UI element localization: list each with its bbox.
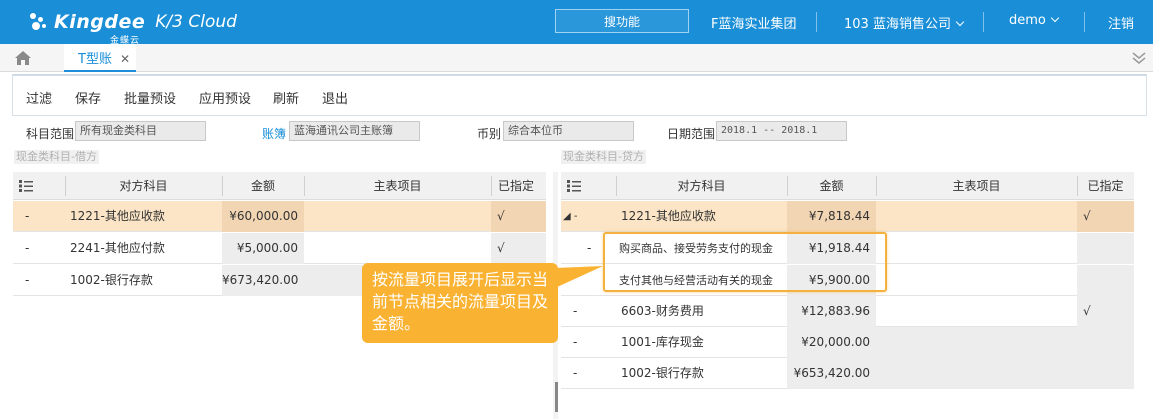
row-amount: ¥60,000.00 xyxy=(222,201,304,232)
row-expander[interactable]: - xyxy=(25,265,45,296)
currency-label: 币别 xyxy=(477,127,502,141)
tab-bar: T型账 ✕ xyxy=(0,44,1153,72)
credit-grid-header: 对方科目 金额 主表项目 已指定 xyxy=(561,172,1134,200)
save-button[interactable]: 保存 xyxy=(75,88,101,107)
row-assigned xyxy=(1077,233,1134,264)
home-icon[interactable] xyxy=(14,50,32,66)
row-assigned: √ xyxy=(491,233,546,264)
row-assigned: √ xyxy=(491,201,546,232)
row-subject: 6603-财务费用 xyxy=(621,304,704,318)
row-main-item[interactable] xyxy=(876,327,1077,358)
ledger-field[interactable]: 蓝海通讯公司主账簿 xyxy=(289,121,420,141)
table-row[interactable]: - 2241-其他应付款 ¥5,000.00 √ xyxy=(13,233,546,264)
col-amount[interactable]: 金额 xyxy=(222,172,304,200)
apply-preset-button[interactable]: 应用预设 xyxy=(199,88,251,107)
col-main-item[interactable]: 主表项目 xyxy=(304,172,491,200)
row-main-item[interactable] xyxy=(876,201,1077,232)
row-main-item[interactable] xyxy=(876,296,1077,327)
logo-product: K/3 Cloud xyxy=(155,12,237,32)
filter-button[interactable]: 过滤 xyxy=(26,88,52,107)
tip-callout-text: 按流量项目展开后显示当前节点相关的流量项目及金额。 xyxy=(372,270,549,333)
row-expander[interactable]: - xyxy=(25,201,45,232)
user-name: demo xyxy=(1009,13,1046,28)
row-subject: 1221-其他应收款 xyxy=(70,209,165,223)
row-expander[interactable]: ◢ - xyxy=(563,201,593,232)
row-expander[interactable]: - xyxy=(573,327,593,358)
batch-preset-button[interactable]: 批量预设 xyxy=(124,88,176,107)
row-subject: 1221-其他应收款 xyxy=(621,209,716,223)
double-chevron-down-icon[interactable] xyxy=(1131,50,1147,66)
table-row[interactable]: - 1002-银行存款 ¥653,420.00 xyxy=(561,358,1134,389)
column-menu-icon[interactable] xyxy=(19,180,33,192)
col-assigned[interactable]: 已指定 xyxy=(491,172,541,200)
table-row[interactable]: - 6603-财务费用 ¥12,883.96 √ xyxy=(561,296,1134,327)
currency-field[interactable]: 综合本位币 xyxy=(503,121,634,141)
row-amount: ¥20,000.00 xyxy=(787,327,876,358)
row-main-item[interactable] xyxy=(304,201,491,232)
org-group[interactable]: F蓝海实业集团 xyxy=(711,13,796,32)
row-subject: 1002-银行存款 xyxy=(70,273,153,287)
row-amount: ¥673,420.00 xyxy=(222,265,304,296)
logo-mark-icon xyxy=(28,11,50,33)
chevron-down-icon xyxy=(1050,13,1060,23)
exit-button[interactable]: 退出 xyxy=(322,88,348,107)
table-row[interactable]: - 1001-库存现金 ¥20,000.00 xyxy=(561,327,1134,358)
row-main-item[interactable] xyxy=(876,265,1077,296)
company-selector[interactable]: 103 蓝海销售公司 xyxy=(844,13,965,32)
row-main-item[interactable] xyxy=(876,233,1077,264)
row-main-item[interactable] xyxy=(304,233,491,264)
row-subject: 2241-其他应付款 xyxy=(70,241,165,255)
company-name: 103 蓝海销售公司 xyxy=(844,17,951,32)
row-amount: ¥653,420.00 xyxy=(787,358,876,389)
col-main-item[interactable]: 主表项目 xyxy=(876,172,1077,200)
row-amount: ¥5,000.00 xyxy=(222,233,304,264)
col-assigned[interactable]: 已指定 xyxy=(1077,172,1134,200)
logo: Kingdee 金蝶云 K/3 Cloud xyxy=(28,4,237,46)
row-assigned: √ xyxy=(1077,296,1134,327)
user-menu[interactable]: demo xyxy=(1009,13,1060,28)
row-expander[interactable]: - xyxy=(573,358,593,389)
subject-range-label: 科目范围 xyxy=(26,127,75,141)
credit-section-title: 现金类科目-贷方 xyxy=(561,150,646,164)
column-menu-icon[interactable] xyxy=(567,180,581,192)
logout-link[interactable]: 注销 xyxy=(1108,13,1134,32)
row-assigned xyxy=(1077,265,1134,296)
function-search-input[interactable]: 搜功能 xyxy=(555,9,689,33)
row-subject: 1002-银行存款 xyxy=(621,366,704,380)
row-subject: 1001-库存现金 xyxy=(621,335,704,349)
row-assigned xyxy=(1077,327,1134,358)
row-assigned xyxy=(1077,358,1134,389)
col-amount[interactable]: 金额 xyxy=(787,172,876,200)
table-row[interactable]: ◢ - 1221-其他应收款 ¥7,818.44 √ xyxy=(561,201,1134,232)
row-main-item[interactable] xyxy=(876,358,1077,389)
row-assigned: √ xyxy=(1077,201,1134,232)
col-counter-subject[interactable]: 对方科目 xyxy=(616,172,787,200)
chevron-down-icon xyxy=(955,17,965,27)
function-search-label: 搜功能 xyxy=(603,14,640,29)
col-counter-subject[interactable]: 对方科目 xyxy=(65,172,222,200)
date-range-label: 日期范围 xyxy=(667,127,716,141)
top-bar: Kingdee 金蝶云 K/3 Cloud 搜功能 F蓝海实业集团 103 蓝海… xyxy=(0,0,1153,46)
tab-t-account[interactable]: T型账 ✕ xyxy=(64,44,136,72)
subject-range-field[interactable]: 所有现金类科目 xyxy=(75,121,206,141)
row-amount: ¥7,818.44 xyxy=(787,201,876,232)
debit-section-title: 现金类科目-借方 xyxy=(14,150,99,164)
flow-items-highlight xyxy=(603,232,887,292)
tip-callout: 按流量项目展开后显示当前节点相关的流量项目及金额。 xyxy=(362,263,558,343)
callout-arrow-icon xyxy=(555,266,603,288)
row-expander[interactable]: - xyxy=(573,296,593,327)
debit-grid-header: 对方科目 金额 主表项目 已指定 xyxy=(13,172,546,200)
table-row[interactable]: - 1221-其他应收款 ¥60,000.00 √ xyxy=(13,201,546,232)
tab-label: T型账 xyxy=(78,51,112,67)
logo-brand: Kingdee xyxy=(54,11,146,33)
row-expander[interactable]: - xyxy=(25,233,45,264)
toolbar: 过滤 保存 批量预设 应用预设 刷新 退出 xyxy=(12,74,1147,116)
ledger-label[interactable]: 账簿 xyxy=(262,125,286,142)
refresh-button[interactable]: 刷新 xyxy=(273,88,299,107)
date-range-field[interactable]: 2018.1 -- 2018.1 xyxy=(716,121,847,141)
scrollbar-thumb[interactable] xyxy=(555,382,558,412)
close-icon[interactable]: ✕ xyxy=(120,52,130,66)
row-amount: ¥12,883.96 xyxy=(787,296,876,327)
